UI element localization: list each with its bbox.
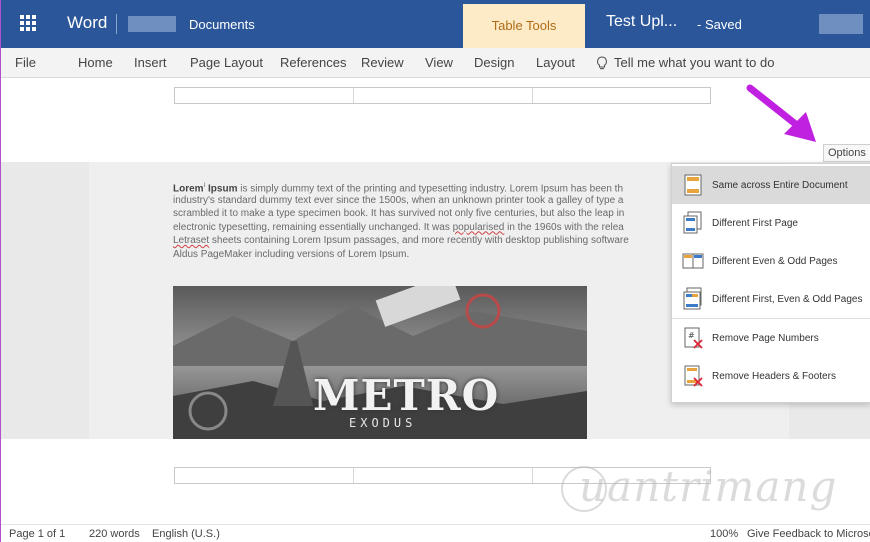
first-page-icon [682,211,704,235]
para-line-4c: in the 1960s with the relea [504,221,624,233]
tab-design[interactable]: Design [474,48,514,78]
image-subtitle: EXODUS [349,416,417,430]
first-even-odd-icon [682,287,704,311]
menu-item-label: Different First, Even & Odd Pages [712,293,863,305]
status-feedback[interactable]: Give Feedback to Microsoft [747,528,870,540]
para-line-2: industry's standard dummy text ever sinc… [173,194,624,206]
tab-references[interactable]: References [280,48,346,78]
lightbulb-icon [597,56,607,70]
status-words[interactable]: 220 words [89,528,140,540]
menu-item-same-across[interactable]: Same across Entire Document [672,166,870,204]
menu-item-even-odd[interactable]: Different Even & Odd Pages [672,242,870,280]
menu-item-label: Different First Page [712,217,798,229]
para-line-5b: sheets containing Lorem Ipsum passages, … [209,235,629,246]
para-line-4a: electronic typesetting, remaining essent… [173,221,453,233]
menu-item-label: Remove Page Numbers [712,332,819,344]
save-status: - Saved [697,17,742,32]
menu-item-label: Same across Entire Document [712,179,848,191]
para-line-6: Aldus PageMaker including versions of Lo… [173,248,410,260]
status-page[interactable]: Page 1 of 1 [9,528,65,540]
app-launcher-icon[interactable] [17,12,39,34]
redacted-account[interactable] [819,14,863,34]
tab-file[interactable]: File [15,48,36,78]
menu-item-different-first[interactable]: Different First Page [672,204,870,242]
tab-insert[interactable]: Insert [134,48,167,78]
menu-item-first-even-odd[interactable]: Different First, Even & Odd Pages [672,280,870,318]
tab-home[interactable]: Home [78,48,113,78]
para-lead-rest: Ipsum [205,183,238,195]
status-bar: Page 1 of 1 220 words English (U.S.) 100… [1,524,870,542]
para-line-4b: popularised [452,221,505,233]
remove-headers-footers-icon [682,364,704,388]
tab-view[interactable]: View [425,48,453,78]
menu-item-remove-headers-footers[interactable]: Remove Headers & Footers [672,357,870,395]
options-menu: Same across Entire Document Different Fi… [671,163,870,403]
same-page-icon [682,173,704,197]
status-zoom[interactable]: 100% [710,528,738,540]
document-title[interactable]: Test Upl... [606,13,677,31]
menu-item-label: Remove Headers & Footers [712,370,836,382]
title-divider [116,14,117,34]
document-image[interactable]: METRO EXODUS [173,286,587,439]
body-paragraph[interactable]: LoremI Ipsum is simply dummy text of the… [173,180,673,261]
even-odd-icon [682,249,704,273]
tab-review[interactable]: Review [361,48,404,78]
remove-page-numbers-icon: # [682,326,704,350]
para-lead: Lorem [173,183,204,195]
para-line-3: scrambled it to make a type specimen boo… [173,208,625,219]
image-title: METRO [313,371,500,420]
options-button[interactable]: Options ⌄ [823,144,870,162]
contextual-tab-group: Table Tools [463,4,585,48]
title-bar: Word Documents Table Tools Test Upl... -… [1,0,870,48]
status-language[interactable]: English (U.S.) [152,528,220,540]
tab-layout[interactable]: Layout [536,48,575,78]
app-name[interactable]: Word [67,13,107,33]
breadcrumb-documents[interactable]: Documents [189,17,255,32]
para-line-1: is simply dummy text of the printing and… [237,183,624,195]
tab-page-layout[interactable]: Page Layout [190,48,263,78]
pointer-arrow-icon [746,84,816,142]
menu-item-remove-page-numbers[interactable]: # Remove Page Numbers [672,319,870,357]
watermark: uantrimang [579,462,838,511]
tell-me-label: Tell me what you want to do [614,55,775,70]
header-table[interactable] [174,87,711,104]
menu-item-label: Different Even & Odd Pages [712,255,838,267]
ribbon-tabs: File Home Insert Page Layout References … [1,48,870,78]
para-line-5a: Letraset [173,235,210,246]
tell-me-box[interactable]: Tell me what you want to do [596,48,774,78]
redacted-user-name [128,16,176,32]
svg-text:#: # [688,331,695,340]
